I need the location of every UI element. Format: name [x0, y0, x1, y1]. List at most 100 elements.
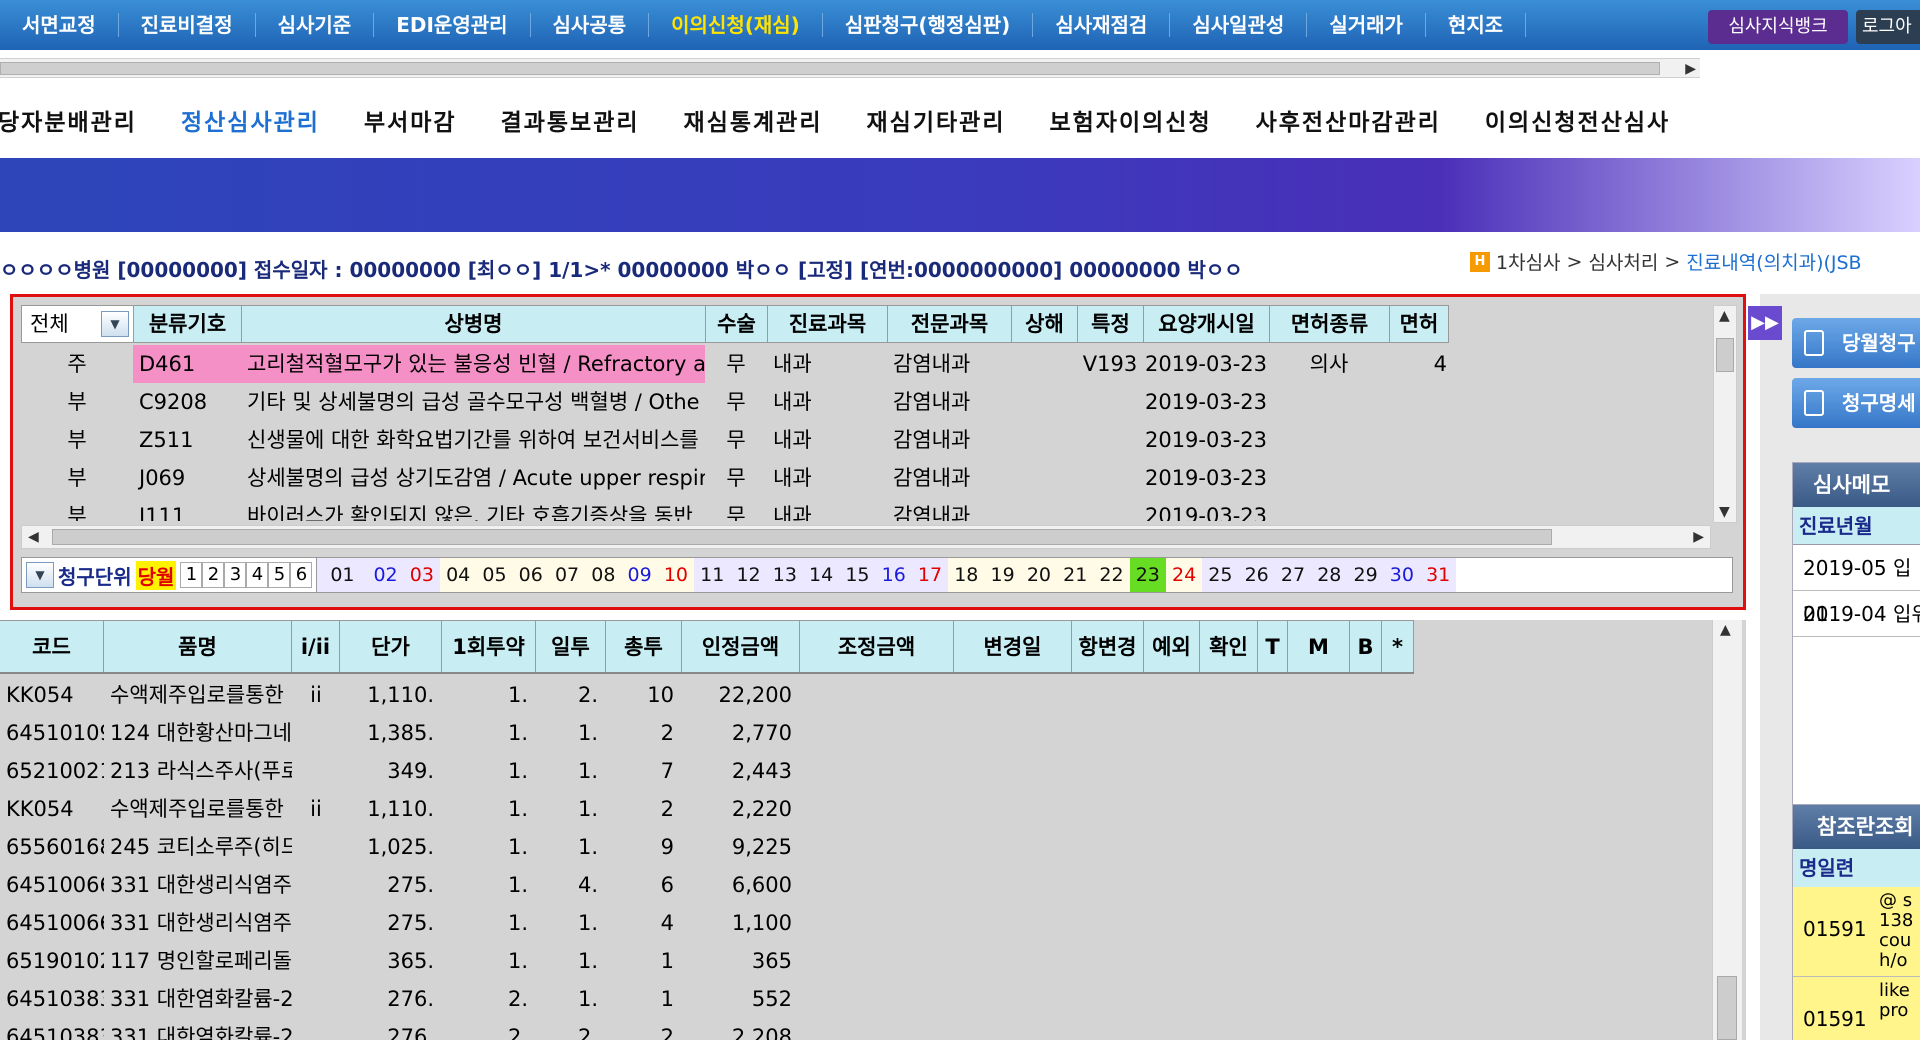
sub-nav-item[interactable]: 재심통계관리 — [684, 103, 823, 137]
column-header[interactable]: 상병명 — [242, 306, 706, 342]
column-header[interactable]: 면허 — [1390, 306, 1448, 342]
column-header[interactable]: 인정금액 — [682, 621, 800, 672]
medication-row[interactable]: 652100211213 라식스주사(푸로 349. 1. 1. 7 2,443 — [0, 752, 1710, 790]
day-button[interactable]: 18 — [948, 558, 985, 592]
medication-row[interactable]: 645103831331 대한염화칼륨-20 276. 2. 1. 1 552 — [0, 980, 1710, 1018]
sub-nav-item[interactable]: 재심기타관리 — [867, 103, 1006, 137]
column-header[interactable]: 단가 — [340, 621, 442, 672]
current-month-label[interactable]: 당월 — [135, 560, 177, 590]
medication-row[interactable]: 645100663331 대한생리식염주사 275. 1. 1. 4 1,100 — [0, 904, 1710, 942]
sub-nav-item[interactable]: 당자분배관리 — [0, 103, 137, 137]
column-header[interactable]: 확인 — [1200, 621, 1258, 672]
sub-nav-item[interactable]: 부서마감 — [364, 103, 457, 137]
medication-row[interactable]: 645103831 331 대한염화칼륨-20 276. 2. 2. 2 2,208 — [0, 1018, 1710, 1040]
claim-unit-number[interactable]: 5 — [268, 562, 291, 588]
day-button[interactable]: 12 — [730, 558, 767, 592]
day-button[interactable]: 06 — [512, 558, 549, 592]
column-header[interactable]: 전문과목 — [888, 306, 1012, 342]
column-header[interactable]: * — [1382, 621, 1414, 672]
top-nav-item[interactable]: 현지조 — [1426, 13, 1527, 37]
claim-unit-number[interactable]: 4 — [246, 562, 269, 588]
page-horizontal-scrollbar[interactable]: ▶ — [0, 58, 1700, 78]
scroll-right-arrow-icon[interactable]: ▶ — [1693, 529, 1704, 545]
day-button[interactable]: 19 — [984, 558, 1021, 592]
diagnosis-row[interactable]: 부 C9208 기타 및 상세불명의 급성 골수모구성 백혈병 / Othe 무 내과 감… — [21, 383, 1711, 421]
day-button[interactable]: 20 — [1020, 558, 1058, 592]
diagnosis-row[interactable]: 부 J111 바이러스가 확인되지 않은, 기타 호흡기증상을 동반 무 내과 감염내과 2… — [21, 497, 1711, 521]
column-header[interactable]: 변경일 — [954, 621, 1072, 672]
reference-row[interactable]: 01591 @ s 138 cou h/o — [1793, 887, 1920, 977]
column-header[interactable]: 항변경 — [1072, 621, 1144, 672]
sub-nav-item[interactable]: 결과통보관리 — [501, 103, 640, 137]
day-button[interactable]: 16 — [875, 558, 912, 592]
day-button[interactable]: 30 — [1383, 558, 1421, 592]
scroll-left-arrow-icon[interactable]: ◀ — [28, 529, 39, 545]
column-header[interactable]: 총투 — [606, 621, 682, 672]
day-button[interactable]: 21 — [1057, 558, 1094, 592]
top-nav-item[interactable]: 진료비결정 — [119, 13, 256, 37]
medication-row[interactable]: 651901021117 명인할로페리돌주 365. 1. 1. 1 365 — [0, 942, 1710, 980]
column-header[interactable]: 면허종류 — [1270, 306, 1390, 342]
top-nav-item[interactable]: 심사공통 — [531, 13, 650, 37]
diagnosis-row[interactable]: 주 D461 고리철적혈모구가 있는 불응성 빈혈 / Refractory an 무… — [21, 345, 1711, 383]
day-button[interactable]: 08 — [585, 558, 622, 592]
top-nav-item[interactable]: EDI운영관리 — [374, 13, 531, 37]
day-button[interactable]: 04 — [440, 558, 477, 592]
chevron-down-icon[interactable]: ▼ — [101, 311, 129, 337]
scroll-up-arrow-icon[interactable]: ▲ — [1720, 622, 1731, 638]
column-header[interactable]: 예외 — [1144, 621, 1200, 672]
column-header[interactable]: 일투 — [536, 621, 606, 672]
top-nav-item[interactable]: 이의신청(재심) — [649, 13, 823, 37]
column-header[interactable]: B — [1350, 621, 1382, 672]
column-header[interactable]: 1회투약 — [442, 621, 536, 672]
day-button[interactable]: 23 — [1129, 558, 1166, 592]
sub-nav-item[interactable]: 정산심사관리 — [181, 103, 320, 137]
breadcrumb-item[interactable]: 1차심사 — [1496, 248, 1561, 275]
column-header[interactable]: 조정금액 — [800, 621, 954, 672]
day-button[interactable]: 05 — [476, 558, 513, 592]
reference-row[interactable]: 01591 like pro — [1793, 977, 1920, 1040]
scrollbar-thumb[interactable] — [0, 62, 1660, 75]
expand-panel-icon[interactable]: ▶▶ — [1748, 306, 1782, 340]
diagnosis-row[interactable]: 부 Z511 신생물에 대한 화학요법기간를 위하여 보건서비스를 무 내과 감염내과 20… — [21, 421, 1711, 459]
day-button[interactable]: 25 — [1202, 558, 1239, 592]
current-month-claim-button[interactable]: 당월청구 — [1792, 318, 1920, 368]
medication-row[interactable]: KK054 수액제주입로를통한 ii 1,110. 1. 1. 2 2,220 — [0, 790, 1710, 828]
medication-row[interactable]: 655601681245 코티소루주(히드 1,025. 1. 1. 9 9,225 — [0, 828, 1710, 866]
day-button[interactable]: 15 — [839, 558, 876, 592]
scroll-right-arrow-icon[interactable]: ▶ — [1685, 61, 1696, 77]
column-header[interactable]: 분류기호 — [134, 306, 242, 342]
day-button[interactable]: 07 — [548, 558, 586, 592]
breadcrumb-item[interactable]: 심사처리 — [1588, 248, 1658, 275]
day-button[interactable]: 01 — [317, 558, 368, 592]
day-button[interactable]: 28 — [1311, 558, 1348, 592]
column-header[interactable]: 품명 — [104, 621, 292, 672]
top-nav-item[interactable]: 심사기준 — [256, 13, 375, 37]
column-header[interactable]: i/ii — [292, 621, 340, 672]
day-button[interactable]: 14 — [802, 558, 840, 592]
scrollbar-thumb[interactable] — [1717, 976, 1737, 1040]
day-button[interactable]: 10 — [657, 558, 695, 592]
medication-row[interactable]: 645101091124 대한황산마그네슘 1,385. 1. 1. 2 2,770 — [0, 714, 1710, 752]
claim-unit-number[interactable]: 2 — [202, 562, 225, 588]
day-button[interactable]: 26 — [1238, 558, 1275, 592]
claim-unit-selector[interactable]: ▼ 청구단위 당월 123456 — [22, 558, 318, 592]
diagnosis-vertical-scrollbar[interactable]: ▲ ▼ — [1713, 305, 1737, 523]
column-header[interactable]: 코드 — [0, 621, 104, 672]
claim-unit-number[interactable]: 3 — [224, 562, 247, 588]
top-nav-item[interactable]: 심사일관성 — [1170, 13, 1308, 37]
day-button[interactable]: 11 — [694, 558, 731, 592]
column-header[interactable]: 진료과목 — [768, 306, 888, 342]
claim-detail-button[interactable]: 청구명세 — [1792, 378, 1920, 428]
column-header[interactable]: 상해 — [1012, 306, 1078, 342]
column-header[interactable]: 요양개시일 — [1144, 306, 1270, 342]
memo-row[interactable]: 2019-04 입위 — [1793, 591, 1920, 637]
scrollbar-thumb[interactable] — [52, 529, 1552, 545]
day-button[interactable]: 31 — [1420, 558, 1457, 592]
medication-vertical-scrollbar[interactable]: ▲ — [1712, 620, 1742, 1040]
logout-button[interactable]: 로그아 — [1856, 10, 1920, 44]
memo-row[interactable]: 2019-05 입01 — [1793, 545, 1920, 626]
column-header[interactable]: T — [1258, 621, 1288, 672]
scroll-up-arrow-icon[interactable]: ▲ — [1719, 308, 1730, 324]
day-button[interactable]: 09 — [621, 558, 658, 592]
